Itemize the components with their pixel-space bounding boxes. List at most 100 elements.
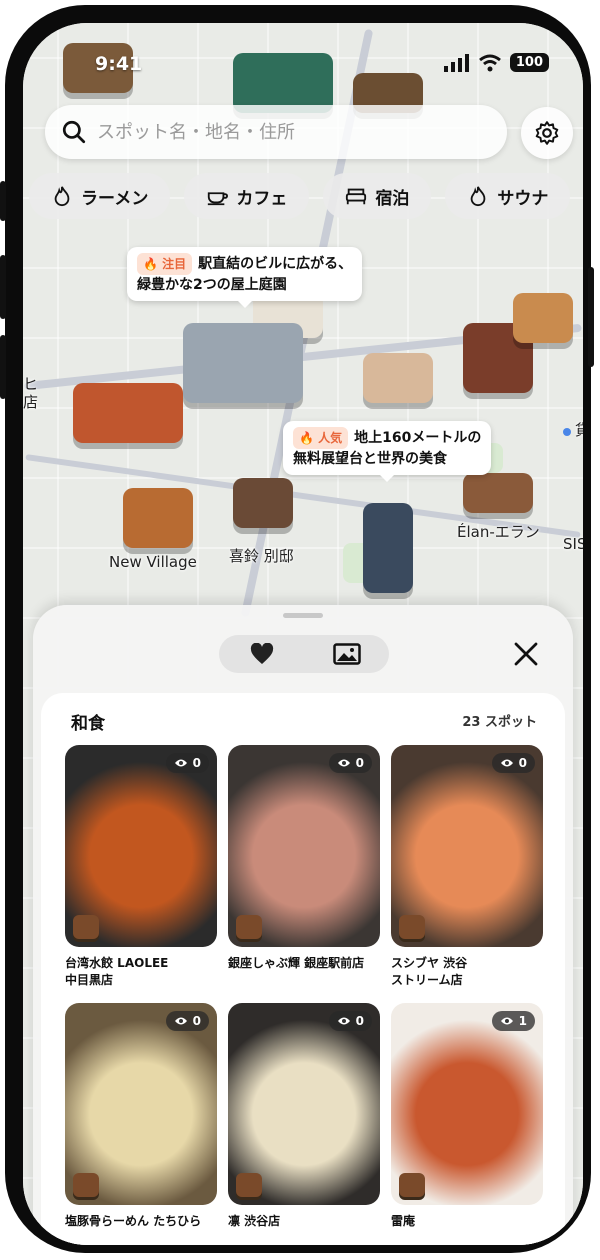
spot-name: 凛 渋谷店 bbox=[228, 1214, 281, 1228]
settings-button[interactable] bbox=[521, 107, 573, 159]
spot-mini-icon bbox=[73, 1173, 99, 1197]
image-icon bbox=[332, 643, 361, 665]
chip-cafe[interactable]: カフェ bbox=[184, 173, 310, 219]
wifi-icon bbox=[478, 54, 501, 71]
featured-badge: 🔥 注目 bbox=[137, 253, 193, 275]
view-count: 0 bbox=[355, 756, 364, 770]
spot-photo[interactable]: 0 bbox=[391, 745, 543, 947]
spot-card[interactable]: 0 凛 渋谷店 bbox=[228, 1003, 380, 1245]
spot-mini-icon bbox=[399, 1173, 425, 1197]
view-count: 0 bbox=[192, 756, 201, 770]
eye-icon bbox=[337, 1017, 350, 1025]
spot-card[interactable]: 0 台湾水餃 LAOLEE 中目黒店 bbox=[65, 745, 217, 989]
view-count: 1 bbox=[518, 1014, 527, 1028]
sheet-grabber[interactable] bbox=[283, 613, 323, 618]
spot-mini-icon bbox=[236, 1173, 262, 1197]
map-label-elan[interactable]: Élan-エラン bbox=[457, 521, 540, 542]
search-input[interactable] bbox=[95, 120, 479, 144]
popular-badge: 🔥 人気 bbox=[293, 427, 349, 449]
spot-photo[interactable]: 0 bbox=[65, 1003, 217, 1205]
map-label-fragment: ヒ bbox=[23, 375, 39, 393]
spot-card[interactable]: 0 塩豚骨らーめん たちひら bbox=[65, 1003, 217, 1245]
spot-grid: 0 台湾水餃 LAOLEE 中目黒店 0 銀座しゃぶ輝 銀座駅前店 0 スシブヤ … bbox=[65, 745, 543, 1245]
map-callout[interactable]: 🔥 人気 地上160メートルの 無料展望台と世界の美食 bbox=[283, 421, 492, 482]
heart-icon bbox=[250, 643, 273, 664]
bottom-sheet: 和食 23 スポット 0 台湾水餃 LAOLEE 中目黒店 0 銀座しゃぶ輝 銀座… bbox=[33, 605, 573, 1245]
view-count-badge: 0 bbox=[328, 1011, 372, 1031]
map-callout[interactable]: 🔥 注目 駅直結のビルに広がる、 緑豊かな2つの屋上庭園 bbox=[127, 247, 363, 308]
cellular-signal-icon bbox=[443, 53, 469, 72]
eye-icon bbox=[337, 759, 350, 767]
section-title: 和食 bbox=[71, 714, 105, 734]
spot-card[interactable]: 0 スシブヤ 渋谷 ストリーム店 bbox=[391, 745, 543, 989]
coffee-cup-icon bbox=[208, 192, 229, 206]
map-label-fragment: 店 bbox=[23, 393, 39, 411]
map-food-tile[interactable] bbox=[363, 353, 433, 403]
spot-photo[interactable]: 0 bbox=[65, 745, 217, 947]
favorites-tab[interactable] bbox=[219, 635, 304, 673]
battery-indicator: 100 bbox=[509, 53, 549, 72]
spot-photo[interactable]: 0 bbox=[228, 745, 380, 947]
spot-count: 23 スポット bbox=[462, 715, 537, 730]
chip-sauna[interactable]: サウナ bbox=[445, 173, 571, 219]
spot-photo[interactable]: 1 bbox=[391, 1003, 543, 1205]
chip-lodging[interactable]: 宿泊 bbox=[323, 173, 432, 219]
eye-icon bbox=[500, 1017, 513, 1025]
status-icons: 100 bbox=[443, 53, 549, 72]
status-time: 9:41 bbox=[95, 53, 143, 75]
search-icon bbox=[62, 120, 86, 144]
bed-icon bbox=[346, 188, 367, 205]
flame-icon bbox=[54, 186, 70, 207]
volume-up-button bbox=[0, 255, 6, 319]
eye-icon bbox=[174, 1017, 187, 1025]
eye-icon bbox=[174, 759, 187, 767]
map-label-sis[interactable]: SIS bbox=[563, 535, 583, 553]
volume-down-button bbox=[0, 335, 6, 399]
view-count-badge: 0 bbox=[165, 1011, 209, 1031]
spot-name: 雷庵 bbox=[391, 1214, 416, 1228]
map-food-tile[interactable] bbox=[463, 473, 533, 513]
spot-card[interactable]: 0 銀座しゃぶ輝 銀座駅前店 bbox=[228, 745, 380, 989]
close-icon[interactable] bbox=[511, 639, 541, 669]
spot-name: スシブヤ 渋谷 ストリーム店 bbox=[391, 956, 468, 987]
map-food-tile[interactable] bbox=[73, 383, 183, 443]
view-count: 0 bbox=[355, 1014, 364, 1028]
map-building-tile[interactable] bbox=[183, 323, 303, 403]
category-chips: ラーメン カフェ 宿泊 サウナ bbox=[29, 173, 583, 219]
spot-name: 塩豚骨らーめん たちひら bbox=[65, 1214, 202, 1228]
map-food-tile[interactable] bbox=[233, 478, 293, 528]
spot-mini-icon bbox=[399, 915, 425, 939]
spot-mini-icon bbox=[236, 915, 262, 939]
view-count-badge: 0 bbox=[328, 753, 372, 773]
map-label-fragment: 貸 bbox=[575, 421, 583, 439]
map-label-new-village[interactable]: New Village bbox=[109, 553, 197, 571]
search-bar[interactable] bbox=[45, 105, 507, 159]
view-count-badge: 1 bbox=[491, 1011, 535, 1031]
flame-icon bbox=[470, 186, 486, 207]
spot-list-panel: 和食 23 スポット 0 台湾水餃 LAOLEE 中目黒店 0 銀座しゃぶ輝 銀座… bbox=[41, 693, 565, 1245]
spot-name: 台湾水餃 LAOLEE 中目黒店 bbox=[65, 956, 169, 987]
map-label-kirin[interactable]: 喜鈴 別邸 bbox=[229, 545, 294, 566]
map-food-tile[interactable] bbox=[513, 293, 573, 343]
spot-mini-icon bbox=[73, 915, 99, 939]
screen: New Village 喜鈴 別邸 Élan-エラン SIS 店 ヒ 貸 🔥 注… bbox=[23, 23, 583, 1245]
eye-icon bbox=[500, 759, 513, 767]
map-tower-tile[interactable] bbox=[363, 503, 413, 593]
view-count: 0 bbox=[518, 756, 527, 770]
spot-photo[interactable]: 0 bbox=[228, 1003, 380, 1205]
chip-ramen[interactable]: ラーメン bbox=[29, 173, 171, 219]
photos-tab[interactable] bbox=[304, 635, 389, 673]
spot-card[interactable]: 1 雷庵 bbox=[391, 1003, 543, 1245]
view-count-badge: 0 bbox=[491, 753, 535, 773]
gear-icon bbox=[535, 121, 559, 145]
view-toggle bbox=[219, 635, 389, 673]
phone-frame: New Village 喜鈴 別邸 Élan-エラン SIS 店 ヒ 貸 🔥 注… bbox=[0, 5, 594, 1253]
power-button bbox=[588, 267, 594, 367]
map-poi-dot bbox=[563, 428, 571, 436]
view-count-badge: 0 bbox=[165, 753, 209, 773]
map-food-tile[interactable] bbox=[123, 488, 193, 548]
spot-name: 銀座しゃぶ輝 銀座駅前店 bbox=[228, 956, 365, 970]
action-button bbox=[0, 181, 6, 221]
view-count: 0 bbox=[192, 1014, 201, 1028]
map-building-tile[interactable] bbox=[233, 53, 333, 113]
